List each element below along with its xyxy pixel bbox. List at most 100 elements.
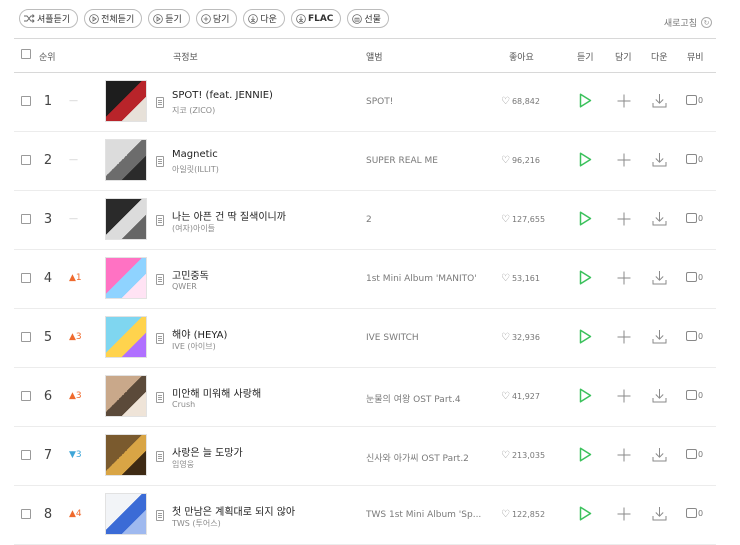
song-info-icon[interactable]	[156, 451, 164, 462]
artist-name[interactable]: IVE (아이브)	[172, 341, 216, 352]
artist-name[interactable]: QWER	[172, 282, 197, 291]
album-name[interactable]: SPOT!	[366, 97, 393, 107]
row-checkbox[interactable]	[21, 273, 31, 283]
song-title[interactable]: 첫 만남은 계획대로 되지 않아	[172, 503, 295, 518]
row-checkbox[interactable]	[21, 332, 31, 342]
row-checkbox[interactable]	[21, 214, 31, 224]
like-button[interactable]: ♡ 96,216	[501, 155, 540, 165]
artist-name[interactable]: TWS (투어스)	[172, 518, 221, 529]
play-icon	[579, 329, 592, 344]
play-button[interactable]	[579, 152, 592, 171]
music-video-button[interactable]: 0	[686, 331, 703, 341]
download-button[interactable]	[652, 506, 667, 525]
song-title[interactable]: SPOT! (feat. JENNIE)	[172, 90, 273, 101]
album-name[interactable]: IVE SWITCH	[366, 333, 419, 343]
refresh-button[interactable]: 새로고침 ↻	[664, 16, 712, 29]
play-button[interactable]	[579, 211, 592, 230]
song-title[interactable]: 사랑은 늘 도망가	[172, 444, 243, 459]
song-title[interactable]: 미안해 미워해 사랑해	[172, 385, 261, 400]
add-button[interactable]	[617, 211, 631, 230]
album-cover[interactable]	[105, 198, 147, 240]
album-name[interactable]: 신사와 아가씨 OST Part.2	[366, 451, 469, 464]
download-button[interactable]	[652, 388, 667, 407]
album-cover[interactable]	[105, 434, 147, 476]
add-button[interactable]	[617, 152, 631, 171]
row-checkbox[interactable]	[21, 96, 31, 106]
song-info-icon[interactable]	[156, 274, 164, 285]
artist-name[interactable]: Crush	[172, 400, 195, 409]
song-title[interactable]: 고민중독	[172, 267, 209, 282]
music-video-button[interactable]: 0	[686, 213, 703, 223]
like-button[interactable]: ♡ 32,936	[501, 332, 540, 342]
music-video-button[interactable]: 0	[686, 272, 703, 282]
song-info-icon[interactable]	[156, 333, 164, 344]
album-cover[interactable]	[105, 493, 147, 535]
album-name[interactable]: 눈물의 여왕 OST Part.4	[366, 392, 461, 405]
like-button[interactable]: ♡ 68,842	[501, 96, 540, 106]
play-button[interactable]	[579, 329, 592, 348]
artist-name[interactable]: 아일릿(ILLIT)	[172, 164, 219, 175]
gift-button[interactable]: 선물	[347, 9, 389, 28]
song-info-icon[interactable]	[156, 392, 164, 403]
like-button[interactable]: ♡ 127,655	[501, 214, 545, 224]
play-button[interactable]	[579, 93, 592, 112]
like-button[interactable]: ♡ 122,852	[501, 508, 545, 520]
album-name[interactable]: 2	[366, 215, 372, 225]
download-button[interactable]	[652, 270, 667, 289]
play-selected-button[interactable]: 듣기	[148, 9, 190, 28]
add-button[interactable]	[617, 447, 631, 466]
row-checkbox[interactable]	[21, 450, 31, 460]
song-info-icon[interactable]	[156, 510, 164, 521]
play-button[interactable]	[579, 270, 592, 289]
music-video-button[interactable]: 0	[686, 95, 703, 105]
album-cover[interactable]	[105, 316, 147, 358]
album-cover[interactable]	[105, 257, 147, 299]
download-button[interactable]	[652, 447, 667, 466]
like-button[interactable]: ♡ 41,927	[501, 391, 540, 401]
album-cover[interactable]	[105, 375, 147, 417]
song-info-icon[interactable]	[156, 215, 164, 226]
shuffle-play-button[interactable]: 셔플듣기	[19, 9, 79, 28]
play-all-button[interactable]: 전체듣기	[84, 9, 143, 28]
music-video-button[interactable]: 0	[686, 390, 703, 400]
artist-name[interactable]: (여자)아이들	[172, 223, 215, 234]
download-button[interactable]: 다운	[243, 9, 285, 28]
song-title[interactable]: Magnetic	[172, 149, 218, 160]
play-button[interactable]	[579, 447, 592, 466]
row-checkbox[interactable]	[21, 391, 31, 401]
like-button[interactable]: ♡ 213,035	[501, 450, 545, 460]
music-video-button[interactable]: 0	[686, 154, 703, 164]
select-all-checkbox[interactable]	[21, 49, 31, 59]
heart-icon: ♡	[501, 508, 510, 520]
flac-download-button[interactable]: FLAC	[290, 9, 342, 28]
play-button[interactable]	[579, 388, 592, 407]
music-video-button[interactable]: 0	[686, 449, 703, 459]
add-to-playlist-button[interactable]: 담기	[195, 9, 238, 28]
add-button[interactable]	[617, 270, 631, 289]
music-video-button[interactable]: 0	[686, 508, 703, 518]
album-name[interactable]: TWS 1st Mini Album 'Sp...	[366, 510, 481, 520]
download-button[interactable]	[652, 329, 667, 348]
album-cover[interactable]	[105, 139, 147, 181]
artist-name[interactable]: 임영웅	[172, 459, 194, 470]
album-cover[interactable]	[105, 80, 147, 122]
album-name[interactable]: SUPER REAL ME	[366, 156, 438, 166]
row-checkbox[interactable]	[21, 155, 31, 165]
play-button[interactable]	[579, 506, 592, 525]
album-name[interactable]: 1st Mini Album 'MANITO'	[366, 274, 477, 284]
add-button[interactable]	[617, 506, 631, 525]
song-info-icon[interactable]	[156, 97, 164, 108]
song-title[interactable]: 나는 아픈 건 딱 질색이니까	[172, 208, 286, 223]
download-button[interactable]	[652, 93, 667, 112]
like-button[interactable]: ♡ 53,161	[501, 273, 540, 283]
download-button[interactable]	[652, 211, 667, 230]
artist-name[interactable]: 지코 (ZICO)	[172, 105, 215, 116]
song-info-icon[interactable]	[156, 156, 164, 167]
add-button[interactable]	[617, 93, 631, 112]
row-checkbox[interactable]	[21, 509, 31, 519]
add-button[interactable]	[617, 388, 631, 407]
download-icon	[652, 330, 667, 344]
song-title[interactable]: 해야 (HEYA)	[172, 326, 227, 341]
download-button[interactable]	[652, 152, 667, 171]
add-button[interactable]	[617, 329, 631, 348]
